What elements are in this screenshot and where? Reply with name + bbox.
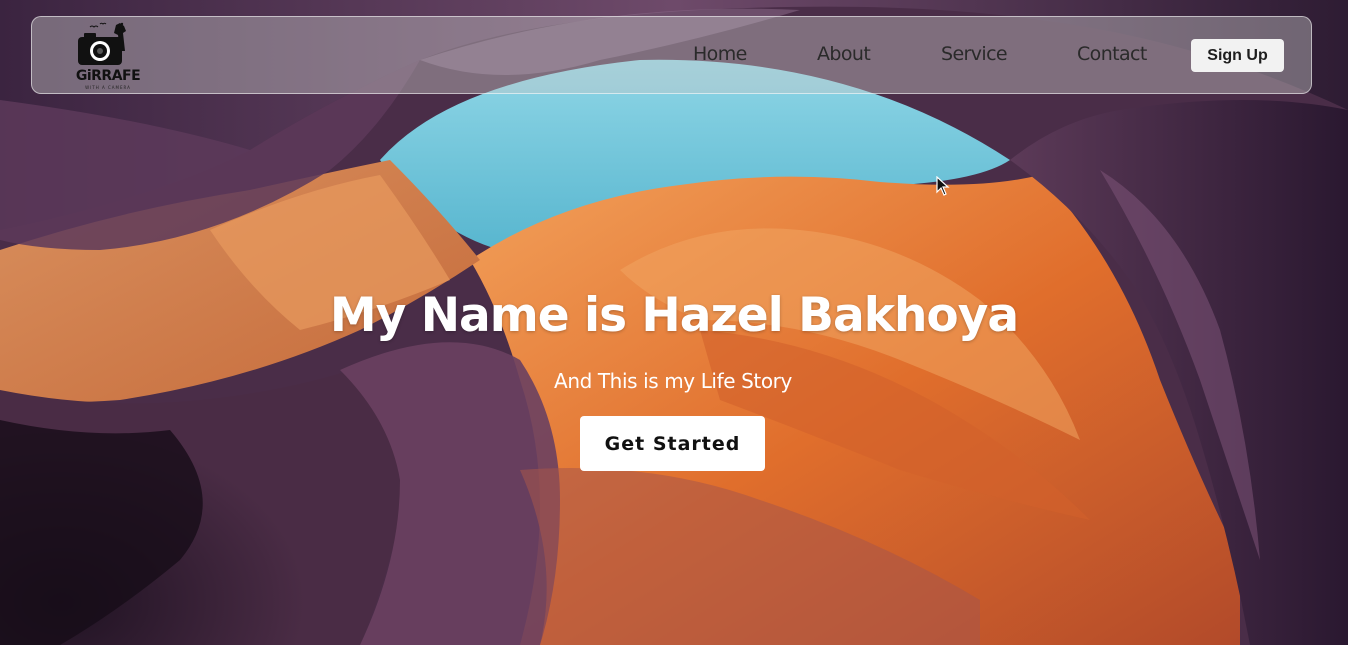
- nav-link-about[interactable]: About: [817, 43, 871, 65]
- nav-link-service[interactable]: Service: [941, 43, 1008, 65]
- top-navbar: GiRRAFE WITH A CAMERA Home About Service…: [31, 16, 1312, 94]
- mouse-cursor-icon: [936, 176, 950, 196]
- hero-subtitle: And This is my Life Story: [554, 369, 792, 393]
- hero-section: GiRRAFE WITH A CAMERA Home About Service…: [0, 0, 1348, 645]
- logo-text: GiRRAFE: [75, 68, 141, 84]
- nav-link-home[interactable]: Home: [693, 43, 747, 65]
- camera-giraffe-icon: [78, 22, 126, 65]
- giraffe-camera-logo[interactable]: GiRRAFE WITH A CAMERA: [70, 21, 146, 93]
- get-started-button[interactable]: Get Started: [580, 416, 765, 471]
- nav-link-contact[interactable]: Contact: [1077, 43, 1147, 65]
- sign-up-button[interactable]: Sign Up: [1191, 39, 1284, 72]
- hero-title: My Name is Hazel Bakhoya: [329, 288, 1019, 343]
- logo-subtext: WITH A CAMERA: [85, 85, 131, 90]
